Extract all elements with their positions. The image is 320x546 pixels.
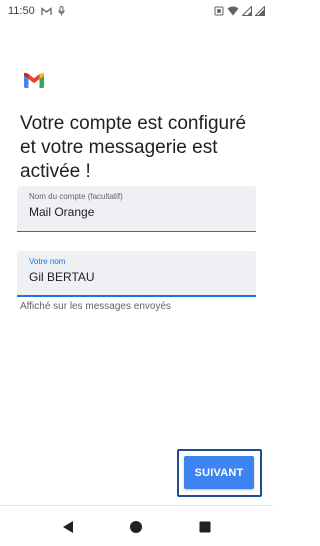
your-name-label: Votre nom (29, 257, 66, 266)
status-left: 11:50 (8, 5, 65, 17)
back-icon[interactable] (60, 519, 76, 535)
account-name-label: Nom du compte (facultatif) (29, 192, 123, 201)
status-time: 11:50 (8, 5, 35, 17)
microphone-icon (58, 6, 65, 16)
status-right (214, 6, 265, 16)
gmail-notification-icon (41, 6, 52, 15)
gmail-logo-icon (24, 72, 44, 88)
recents-icon[interactable] (197, 519, 213, 535)
your-name-helper-text: Affiché sur les messages envoyés (20, 301, 172, 312)
page-title: Votre compte est configuré et votre mess… (20, 113, 247, 182)
signal-icon (242, 6, 252, 16)
your-name-underline (17, 295, 256, 297)
screen: 11:50 Votre compte est configuré et votr… (0, 0, 273, 546)
home-icon[interactable] (128, 519, 144, 535)
account-name-underline (17, 231, 256, 232)
battery-icon (255, 6, 265, 16)
navigation-bar (0, 505, 273, 546)
account-name-field[interactable]: Nom du compte (facultatif) (17, 186, 256, 232)
status-bar: 11:50 (0, 0, 273, 22)
account-name-input[interactable] (29, 205, 244, 219)
your-name-input[interactable] (29, 270, 244, 284)
wifi-icon (227, 6, 239, 16)
vibrate-icon (214, 6, 224, 16)
next-button[interactable]: SUIVANT (184, 456, 254, 489)
your-name-field[interactable]: Votre nom (17, 251, 256, 297)
